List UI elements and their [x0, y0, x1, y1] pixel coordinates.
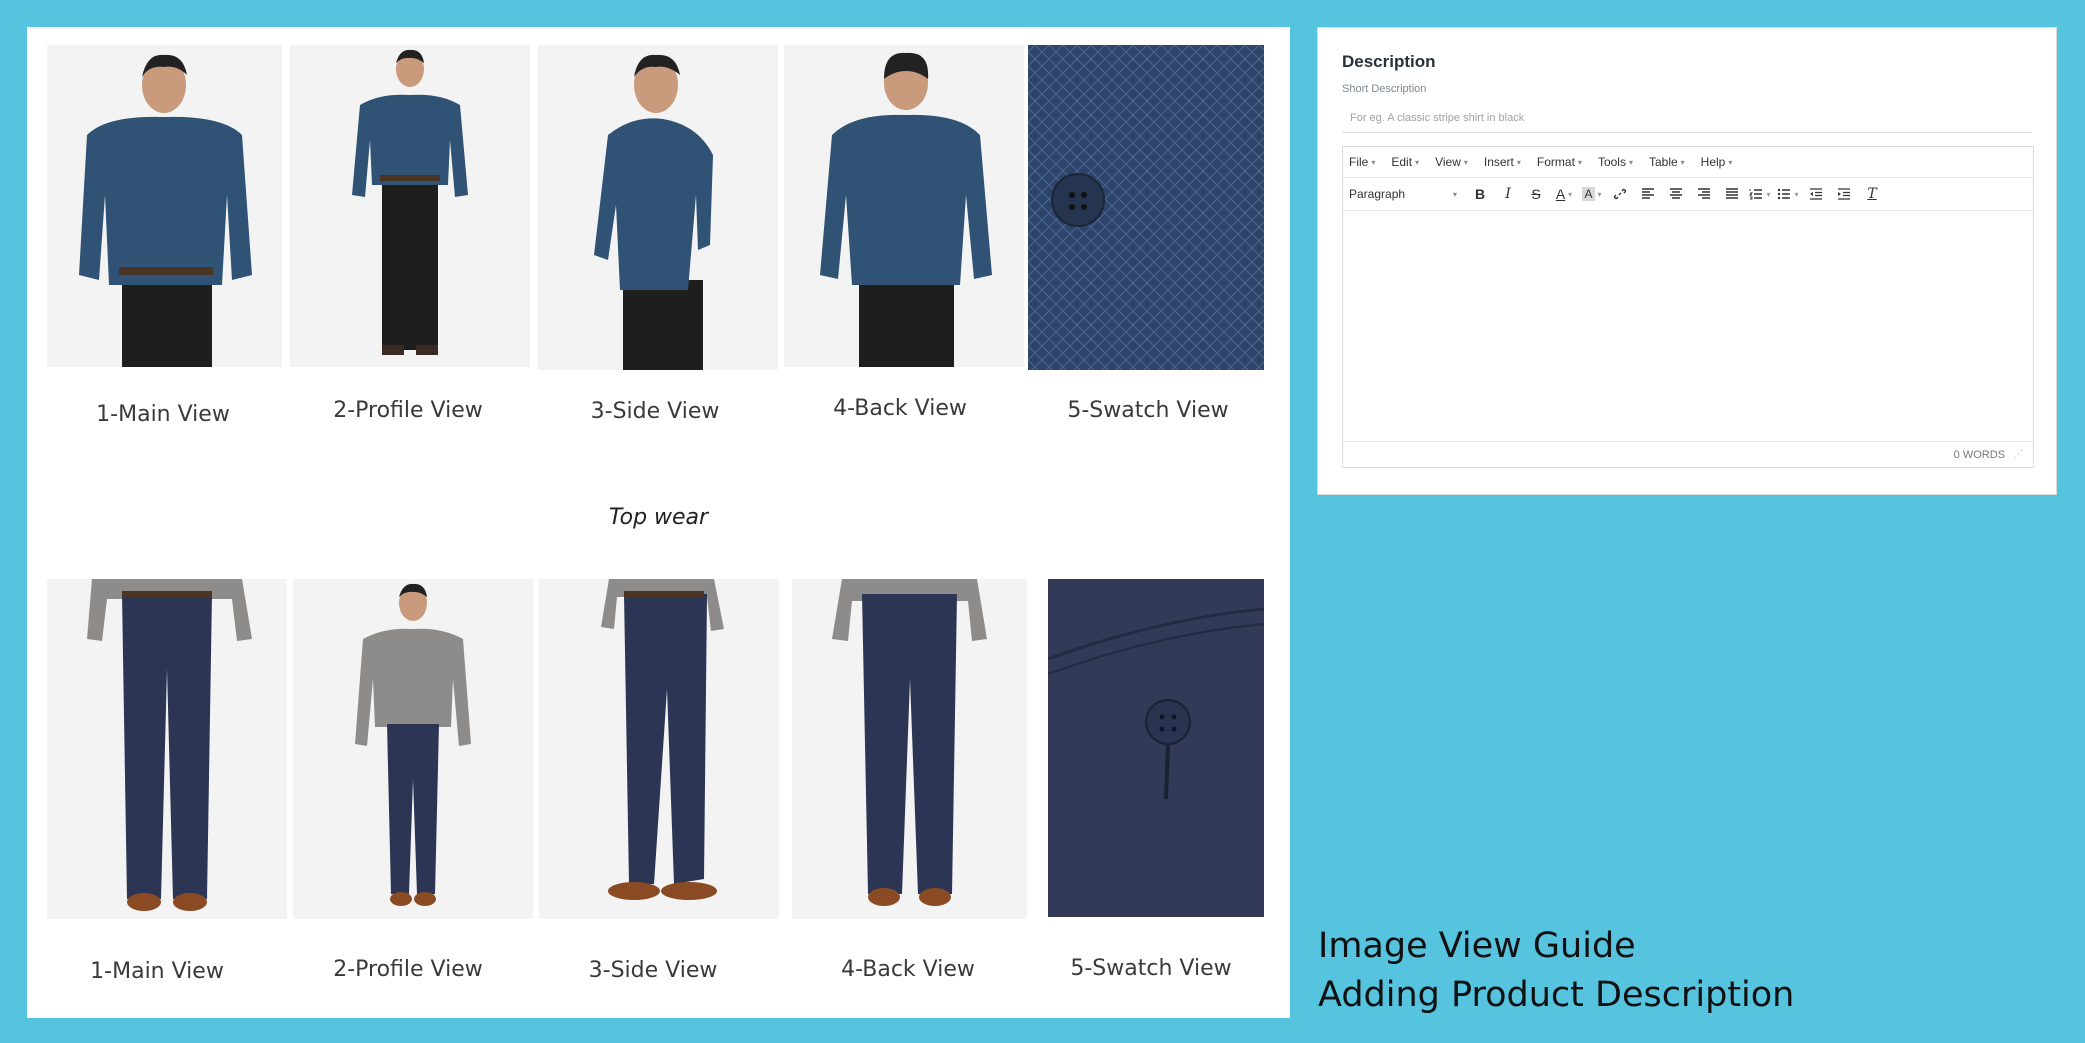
topwear-side-view-image: [538, 45, 778, 370]
menu-edit-label: Edit: [1391, 155, 1413, 169]
chevron-down-icon: ▾: [1577, 157, 1582, 167]
numbered-list-icon: [1749, 189, 1763, 200]
bottomwear-side-view-label: 3-Side View: [588, 958, 718, 983]
footer-line-adding-product-description: Adding Product Description: [1318, 975, 1795, 1015]
align-left-button[interactable]: [1637, 183, 1659, 205]
menu-format-label: Format: [1536, 155, 1575, 169]
topwear-profile-view-image: [290, 45, 530, 367]
align-center-button[interactable]: [1665, 183, 1687, 205]
menu-view-label: View: [1435, 155, 1461, 169]
menu-file-label: File: [1349, 155, 1369, 169]
topwear-side-view-label: 3-Side View: [590, 399, 720, 424]
align-right-button[interactable]: [1693, 183, 1715, 205]
editor-statusbar: 0 WORDS ⋰: [1343, 441, 2033, 467]
menu-format[interactable]: Format ▾: [1537, 155, 1582, 169]
indent-icon: [1838, 188, 1850, 200]
strikethrough-icon: S: [1531, 186, 1541, 202]
justify-icon: [1726, 188, 1738, 199]
bottomwear-profile-view-image: [293, 579, 533, 919]
description-card: Description Short Description File▾ Edit…: [1317, 27, 2057, 495]
footer-line-image-view-guide: Image View Guide: [1318, 926, 1636, 966]
outdent-icon: [1810, 188, 1822, 200]
menu-table[interactable]: Table ▾: [1649, 155, 1685, 169]
numbered-list-button[interactable]: ▾: [1749, 183, 1771, 205]
menu-table-label: Table: [1648, 155, 1678, 169]
chevron-down-icon: ▾: [1415, 157, 1420, 167]
bottomwear-side-view-image: [539, 579, 779, 919]
outdent-button[interactable]: [1805, 183, 1827, 205]
background-color-button[interactable]: A ▾: [1581, 183, 1603, 205]
italic-icon: I: [1505, 186, 1511, 202]
menu-view[interactable]: View ▾: [1435, 155, 1468, 169]
justify-button[interactable]: [1721, 183, 1743, 205]
chevron-down-icon: ▾: [1728, 157, 1733, 167]
rich-text-editor: File ▾ Edit ▾ View ▾ Insert ▾ Format ▾ Tools ▾…: [1342, 146, 2034, 468]
menu-help-label: Help: [1700, 155, 1726, 169]
text-color-icon: A: [1555, 186, 1566, 202]
menu-tools-label: Tools: [1597, 155, 1626, 169]
topwear-swatch-view-image: [1028, 45, 1264, 370]
bottomwear-main-view-label: 1-Main View: [90, 959, 224, 984]
menu-help[interactable]: Help ▾: [1701, 155, 1733, 169]
chevron-down-icon: ▾: [1597, 189, 1602, 199]
chevron-down-icon: ▾: [1463, 157, 1468, 167]
resize-handle-icon[interactable]: ⋰: [2013, 449, 2023, 460]
bottomwear-main-view-image: [47, 579, 287, 919]
image-view-guide-panel: 1-Main View 2-Profile View 3-Side View 4…: [27, 27, 1290, 1018]
bottomwear-profile-view-label: 2-Profile View: [333, 957, 483, 982]
chevron-down-icon: ▾: [1371, 157, 1376, 167]
clear-formatting-icon: T: [1867, 186, 1877, 202]
chevron-down-icon: ▾: [1516, 157, 1521, 167]
short-description-input[interactable]: [1342, 103, 2032, 133]
block-format-value: Paragraph: [1349, 187, 1406, 201]
topwear-profile-view-label: 2-Profile View: [333, 398, 483, 423]
strikethrough-button[interactable]: S: [1525, 183, 1547, 205]
chevron-down-icon: ▾: [1568, 189, 1573, 199]
menu-file[interactable]: File ▾: [1349, 155, 1375, 169]
bottomwear-swatch-view-image: [1048, 579, 1264, 917]
chevron-down-icon: ▾: [1628, 157, 1633, 167]
indent-button[interactable]: [1833, 183, 1855, 205]
bottomwear-back-view-image: [792, 579, 1027, 919]
chevron-down-icon: ▾: [1680, 157, 1685, 167]
background-color-icon: A: [1582, 187, 1595, 201]
insert-link-button[interactable]: [1609, 183, 1631, 205]
topwear-section-caption: Top wear: [608, 505, 709, 530]
topwear-swatch-view-label: 5-Swatch View: [1067, 398, 1229, 423]
italic-button[interactable]: I: [1497, 183, 1519, 205]
bottomwear-back-view-label: 4-Back View: [841, 957, 975, 982]
description-title: Description: [1342, 52, 1436, 71]
block-format-select[interactable]: Paragraph ▾: [1349, 187, 1469, 201]
clear-formatting-button[interactable]: T: [1861, 183, 1883, 205]
align-left-icon: [1642, 188, 1654, 199]
topwear-main-view-label: 1-Main View: [96, 402, 230, 427]
bullet-list-icon: [1778, 188, 1791, 200]
editor-menubar: File ▾ Edit ▾ View ▾ Insert ▾ Format ▾ Tools ▾…: [1343, 147, 2033, 178]
editor-content-area[interactable]: [1343, 211, 2033, 437]
align-center-icon: [1670, 188, 1682, 199]
chevron-down-icon: ▾: [1766, 189, 1771, 199]
align-right-icon: [1698, 188, 1710, 199]
menu-insert-label: Insert: [1483, 155, 1514, 169]
topwear-back-view-image: [784, 45, 1024, 367]
chevron-down-icon: ▾: [1452, 189, 1457, 199]
menu-insert[interactable]: Insert ▾: [1484, 155, 1521, 169]
bottomwear-swatch-view-label: 5-Swatch View: [1070, 956, 1232, 981]
bold-button[interactable]: B: [1469, 183, 1491, 205]
bold-icon: B: [1474, 186, 1486, 202]
topwear-main-view-image: [47, 45, 282, 367]
short-description-label: Short Description: [1342, 83, 1427, 95]
word-count: 0 WORDS: [1953, 448, 2005, 461]
text-color-button[interactable]: A ▾: [1553, 183, 1575, 205]
editor-toolbar: Paragraph ▾ B I S A ▾ A ▾ ▾ ▾ T: [1343, 178, 2033, 211]
menu-edit[interactable]: Edit ▾: [1391, 155, 1419, 169]
menu-tools[interactable]: Tools ▾: [1598, 155, 1633, 169]
topwear-back-view-label: 4-Back View: [833, 396, 967, 421]
bullet-list-button[interactable]: ▾: [1777, 183, 1799, 205]
link-icon: [1613, 188, 1627, 200]
chevron-down-icon: ▾: [1794, 189, 1799, 199]
